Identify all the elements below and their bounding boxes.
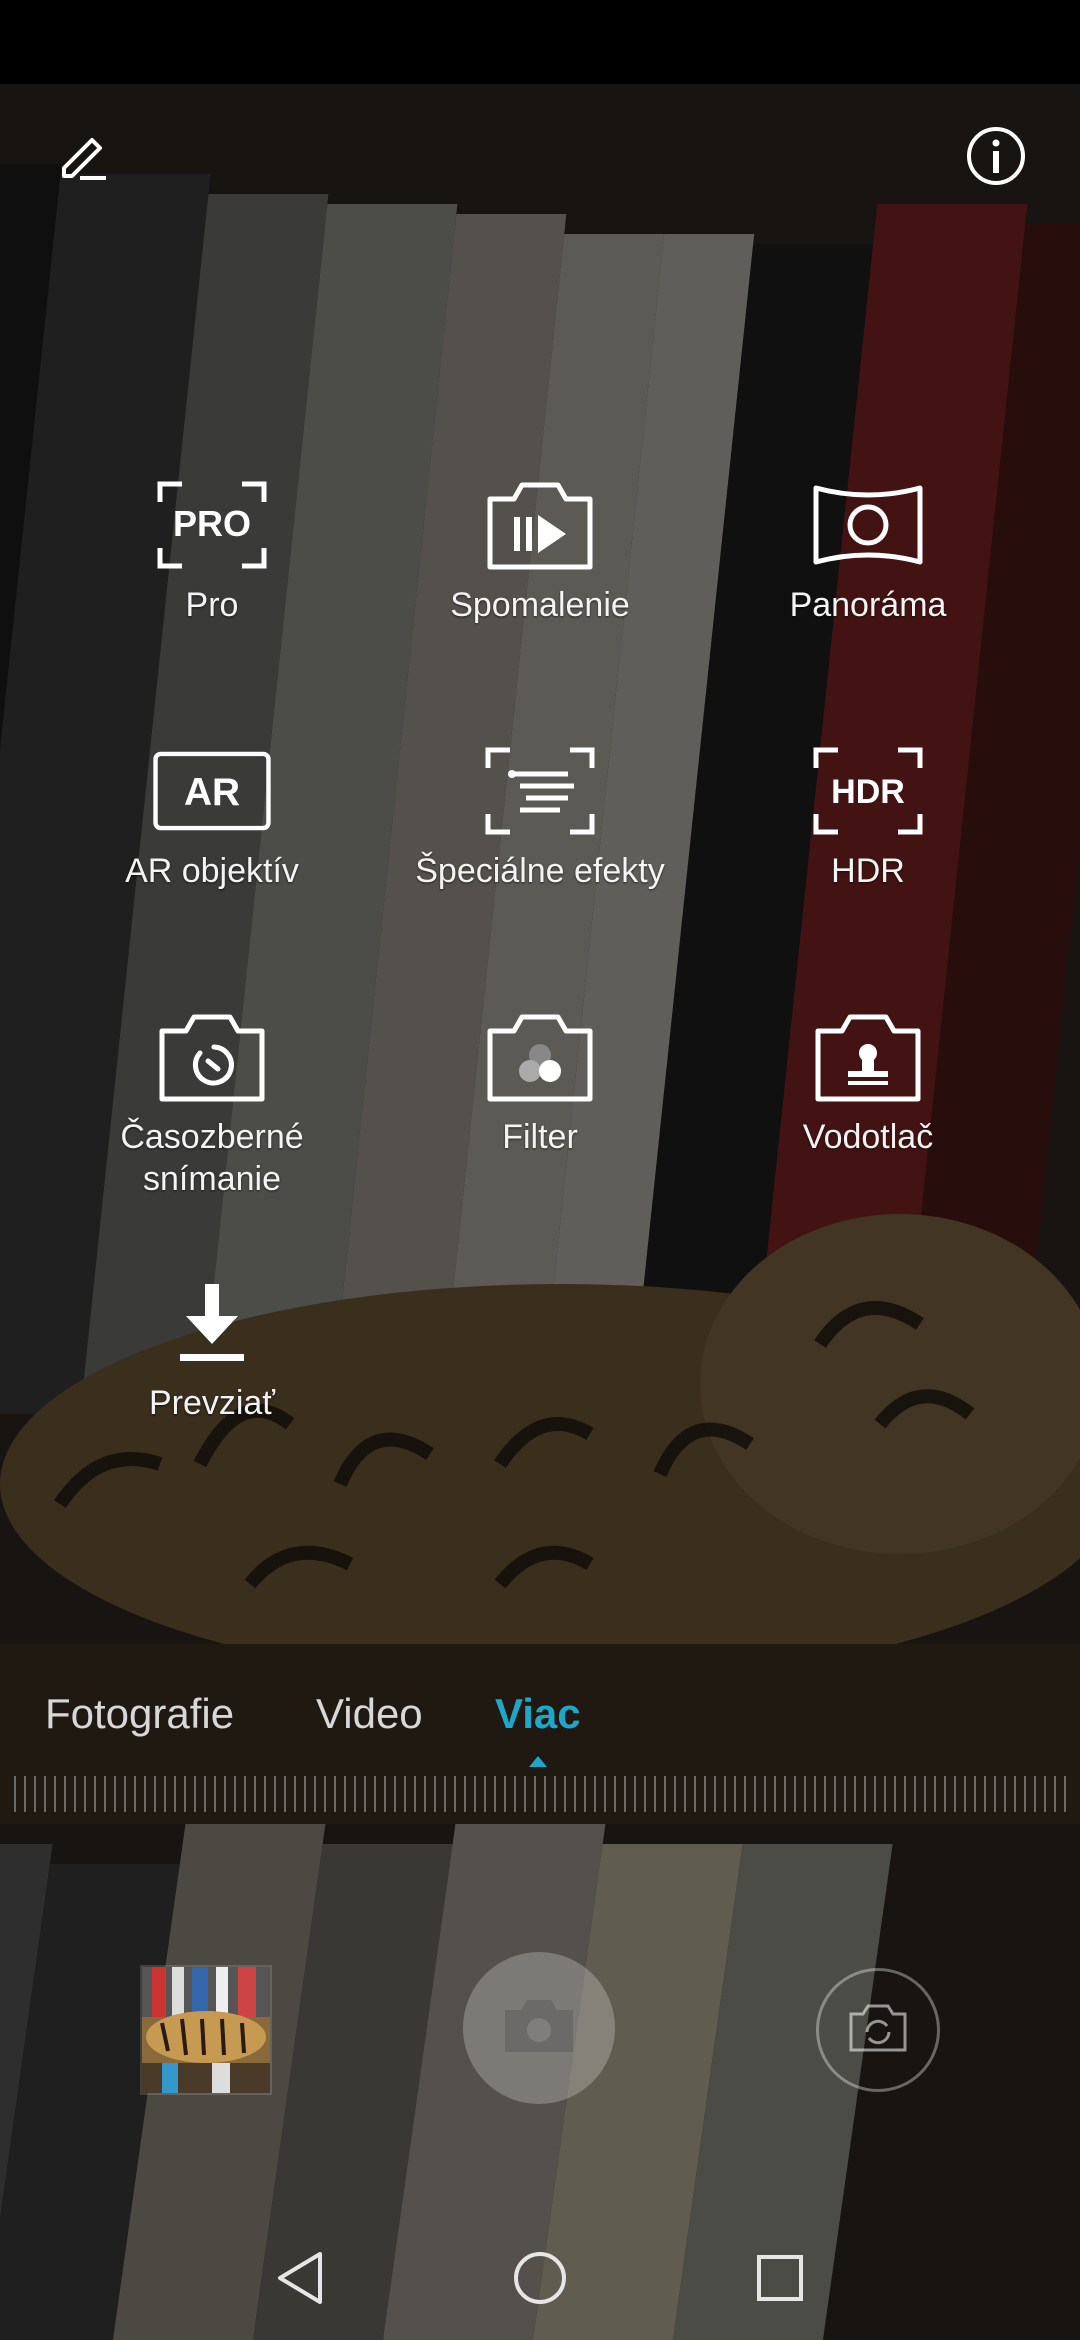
recents-icon — [755, 2253, 805, 2308]
timelapse-icon — [152, 1002, 272, 1112]
edit-button[interactable] — [44, 118, 124, 198]
mode-label: Panoráma — [789, 586, 947, 624]
tab-photo[interactable]: Fotografie — [45, 1690, 234, 1738]
mode-label: Pro — [185, 586, 239, 624]
special-effects-icon — [480, 736, 600, 846]
slow-motion-icon — [480, 470, 600, 580]
mode-filter[interactable]: Filter — [375, 1002, 705, 1158]
nav-home-button[interactable] — [504, 2244, 576, 2316]
status-bar — [0, 0, 1080, 84]
mode-panorama[interactable]: Panoráma — [703, 470, 1033, 626]
zoom-ruler[interactable] — [14, 1776, 1066, 1812]
mode-label: AR objektív — [125, 852, 299, 890]
shutter-button[interactable] — [463, 1952, 615, 2104]
svg-text:AR: AR — [184, 771, 240, 814]
tab-more[interactable]: Viac — [495, 1690, 581, 1738]
filter-icon — [480, 1002, 600, 1112]
tab-active-indicator — [529, 1756, 547, 1767]
back-icon — [274, 2250, 326, 2311]
hdr-icon: HDR — [808, 736, 928, 846]
mode-label: HDR — [831, 852, 905, 890]
download-icon — [152, 1268, 272, 1378]
camera-mode-tabs: Fotografie Video Viac — [0, 1690, 1080, 1760]
pro-icon: PRO — [152, 470, 272, 580]
shutter-icon — [499, 1994, 579, 2063]
info-button[interactable] — [956, 118, 1036, 198]
info-circle-icon — [965, 125, 1027, 192]
watermark-icon — [808, 1002, 928, 1112]
mode-label: Vodotlač — [802, 1118, 934, 1156]
svg-text:PRO: PRO — [173, 503, 251, 544]
system-navigation-bar — [0, 2220, 1080, 2340]
mode-label: Filter — [502, 1118, 578, 1156]
mode-ar[interactable]: AR AR objektív — [47, 736, 377, 892]
mode-label: Prevziať — [148, 1384, 276, 1422]
pencil-icon — [58, 130, 110, 187]
panorama-icon — [808, 470, 928, 580]
mode-watermark[interactable]: Vodotlač — [703, 1002, 1033, 1158]
tab-video[interactable]: Video — [316, 1690, 423, 1738]
mode-pro[interactable]: PRO Pro — [47, 470, 377, 626]
mode-timelapse[interactable]: Časozberné snímanie — [47, 1002, 377, 1200]
gallery-thumbnail[interactable] — [140, 1965, 272, 2095]
mode-label: Špeciálne efekty — [415, 852, 665, 890]
ar-icon: AR — [152, 736, 272, 846]
mode-download[interactable]: Prevziať — [47, 1268, 377, 1424]
mode-special-effects[interactable]: Špeciálne efekty — [375, 736, 705, 892]
switch-camera-icon — [847, 2002, 909, 2059]
mode-slow-motion[interactable]: Spomalenie — [375, 470, 705, 626]
nav-recents-button[interactable] — [744, 2244, 816, 2316]
mode-label: Časozberné snímanie — [120, 1118, 304, 1198]
switch-camera-button[interactable] — [816, 1968, 940, 2092]
svg-text:HDR: HDR — [831, 773, 905, 811]
mode-label: Spomalenie — [450, 586, 630, 624]
mode-hdr[interactable]: HDR HDR — [703, 736, 1033, 892]
nav-back-button[interactable] — [264, 2244, 336, 2316]
home-icon — [512, 2250, 568, 2311]
